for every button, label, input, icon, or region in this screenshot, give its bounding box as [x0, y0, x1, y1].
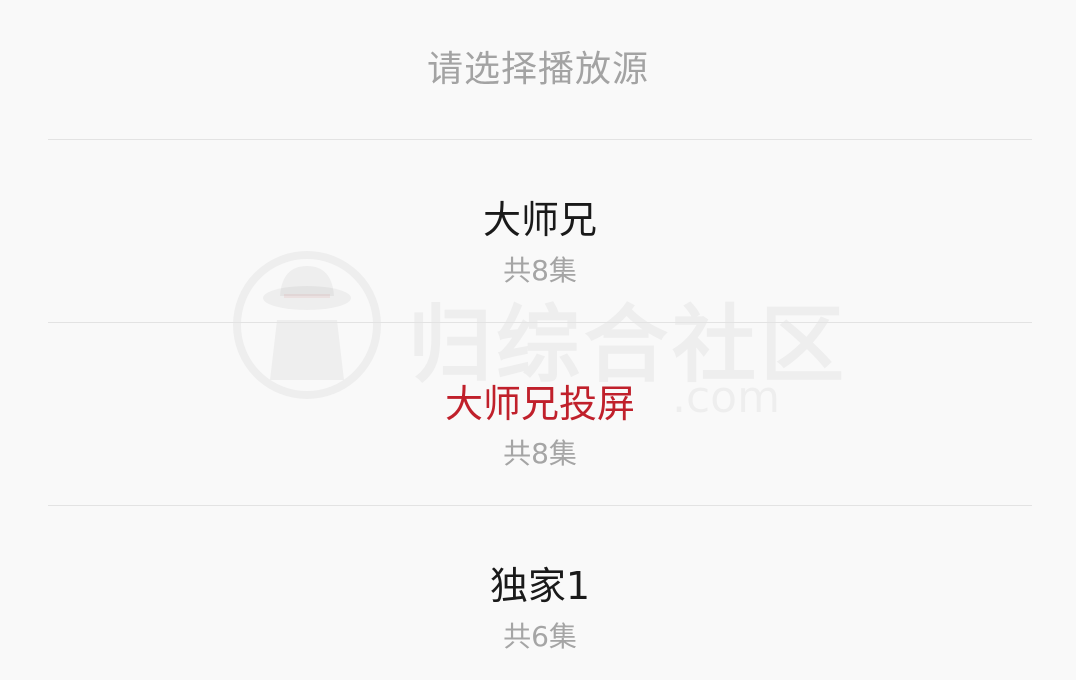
source-item-exclusive-1[interactable]: 独家1 共6集	[48, 506, 1032, 680]
dialog-title: 请选择播放源	[426, 49, 649, 90]
source-item-dashixiong-cast[interactable]: 大师兄投屏 共8集	[48, 323, 1032, 505]
source-picker-sheet: 归综合社区 .com 请选择播放源 大师兄 共8集 大师兄投屏 共8集 独家1 …	[0, 0, 1076, 680]
source-name: 独家1	[489, 564, 591, 608]
source-name: 大师兄	[482, 198, 597, 242]
episode-count: 共8集	[503, 437, 577, 470]
episode-count: 共6集	[503, 620, 577, 653]
episode-count: 共8集	[503, 254, 577, 287]
source-item-dashixiong[interactable]: 大师兄 共8集	[48, 140, 1032, 322]
source-name-selected: 大师兄投屏	[444, 382, 635, 426]
